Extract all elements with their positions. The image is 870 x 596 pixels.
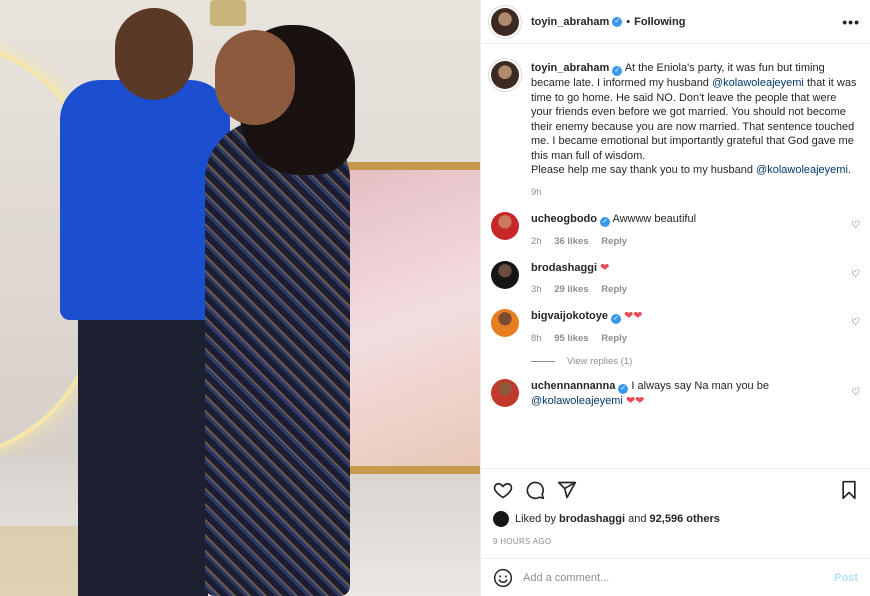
like-comment-heart-icon[interactable]: ♡ bbox=[851, 220, 860, 231]
following-button[interactable]: Following bbox=[634, 16, 685, 28]
post-sidebar: toyin_abraham ✓ • Following ••• toyin_ab… bbox=[480, 0, 870, 596]
comment-icon[interactable] bbox=[525, 480, 545, 500]
view-replies-button[interactable]: View replies (1) bbox=[531, 356, 860, 367]
verified-icon: ✓ bbox=[611, 314, 622, 324]
comment-meta: 2h 36 likes Reply bbox=[531, 235, 836, 249]
reply-button[interactable]: Reply bbox=[601, 333, 627, 344]
verified-icon: ✓ bbox=[612, 66, 623, 76]
reply-button[interactable]: Reply bbox=[601, 236, 627, 247]
comment-item: ucheogbodo ✓ Awwww beautiful 2h 36 likes … bbox=[491, 212, 860, 249]
verified-icon: ✓ bbox=[618, 384, 629, 394]
comment-input[interactable] bbox=[523, 571, 835, 584]
add-comment-bar: Post bbox=[481, 558, 870, 596]
comment-likes[interactable]: 36 likes bbox=[554, 236, 588, 247]
commenter-username[interactable]: bigvaijokotoye bbox=[531, 310, 608, 322]
like-comment-heart-icon[interactable]: ♡ bbox=[851, 269, 860, 280]
comment-item: uchennannanna ✓ I always say Na man you b… bbox=[491, 379, 860, 408]
comment-body: ucheogbodo ✓ Awwww beautiful 2h 36 likes … bbox=[531, 212, 860, 249]
view-replies-label: View replies (1) bbox=[567, 356, 633, 367]
comment-hearts: ❤❤ bbox=[625, 395, 645, 407]
comment-meta: 3h 29 likes Reply bbox=[531, 283, 836, 297]
commenter-username[interactable]: ucheogbodo bbox=[531, 213, 597, 225]
post-timestamp[interactable]: 9 HOURS AGO bbox=[493, 537, 858, 546]
caption-text-2: that it was time to go home. He said NO.… bbox=[531, 77, 857, 162]
comment-time: 2h bbox=[531, 236, 542, 247]
commenter-username[interactable]: brodashaggi bbox=[531, 262, 597, 274]
comment-text: I always say Na man you be bbox=[631, 380, 769, 392]
liked-by-user[interactable]: brodashaggi bbox=[559, 513, 625, 525]
emoji-icon[interactable] bbox=[493, 568, 513, 588]
instagram-post: toyin_abraham ✓ • Following ••• toyin_ab… bbox=[0, 0, 870, 596]
comment-hearts: ❤❤ bbox=[624, 310, 643, 322]
caption-text-end: . bbox=[847, 164, 851, 176]
comment-body: uchennannanna ✓ I always say Na man you b… bbox=[531, 379, 860, 408]
photo-man-trousers bbox=[78, 300, 208, 596]
comment-body: bigvaijokotoye ✓ ❤❤ 8h 95 likes Reply bbox=[531, 309, 860, 346]
caption-text-3: Please help me say thank you to my husba… bbox=[531, 164, 753, 176]
liked-by-and: and bbox=[628, 513, 647, 525]
header-separator: • bbox=[626, 15, 631, 28]
caption-body: toyin_abraham ✓ At the Eniola's party, it… bbox=[531, 61, 860, 200]
comments-list[interactable]: toyin_abraham ✓ At the Eniola's party, it… bbox=[481, 45, 870, 465]
commenter-avatar[interactable] bbox=[491, 212, 519, 240]
reply-button[interactable]: Reply bbox=[601, 284, 627, 295]
caption-avatar[interactable] bbox=[491, 61, 519, 89]
post-actions: Liked by brodashaggi and 92,596 others 9… bbox=[481, 468, 870, 546]
comment-time: 3h bbox=[531, 284, 542, 295]
comment-meta: 8h 95 likes Reply bbox=[531, 332, 836, 346]
like-comment-heart-icon[interactable]: ♡ bbox=[851, 387, 860, 398]
post-header: toyin_abraham ✓ • Following ••• bbox=[481, 0, 870, 44]
commenter-avatar[interactable] bbox=[491, 261, 519, 289]
comment-likes[interactable]: 29 likes bbox=[554, 284, 588, 295]
post-comment-button[interactable]: Post bbox=[834, 572, 858, 584]
comment-likes[interactable]: 95 likes bbox=[554, 333, 588, 344]
photo-picture-frame bbox=[342, 162, 480, 474]
commenter-avatar[interactable] bbox=[491, 379, 519, 407]
liked-by: Liked by brodashaggi and 92,596 others bbox=[493, 511, 858, 527]
caption-meta: 9h bbox=[531, 186, 860, 201]
caption: toyin_abraham ✓ At the Eniola's party, it… bbox=[491, 61, 860, 200]
comment-hearts: ❤ bbox=[600, 262, 610, 274]
commenter-avatar[interactable] bbox=[491, 309, 519, 337]
like-heart-icon[interactable] bbox=[493, 480, 513, 500]
caption-mention-2[interactable]: @kolawoleajeyemi bbox=[756, 164, 848, 176]
comment-item: brodashaggi ❤ 3h 29 likes Reply ♡ bbox=[491, 261, 860, 297]
share-icon[interactable] bbox=[557, 480, 577, 500]
like-comment-heart-icon[interactable]: ♡ bbox=[851, 317, 860, 328]
more-options-icon[interactable]: ••• bbox=[842, 14, 860, 30]
verified-icon: ✓ bbox=[600, 217, 610, 227]
comment-mention[interactable]: @kolawoleajeyemi bbox=[531, 395, 623, 407]
liked-by-avatar[interactable] bbox=[493, 511, 509, 527]
liked-by-count[interactable]: 92,596 others bbox=[650, 513, 720, 525]
caption-username[interactable]: toyin_abraham bbox=[531, 62, 609, 74]
photo-man-head bbox=[115, 8, 193, 100]
comment-time: 8h bbox=[531, 333, 542, 344]
photo-woman-dress bbox=[205, 120, 350, 596]
commenter-username[interactable]: uchennannanna bbox=[531, 380, 615, 392]
comment-text: Awwww beautiful bbox=[612, 213, 697, 225]
verified-icon: ✓ bbox=[612, 16, 623, 27]
photo-lamp bbox=[210, 0, 246, 26]
comment-item: bigvaijokotoye ✓ ❤❤ 8h 95 likes Reply ♡ bbox=[491, 309, 860, 346]
caption-time: 9h bbox=[531, 186, 542, 198]
author-username[interactable]: toyin_abraham bbox=[531, 16, 609, 28]
comment-body: brodashaggi ❤ 3h 29 likes Reply bbox=[531, 261, 860, 297]
caption-mention-1[interactable]: @kolawoleajeyemi bbox=[712, 77, 804, 89]
post-photo[interactable] bbox=[0, 0, 480, 596]
author-avatar[interactable] bbox=[491, 7, 519, 36]
save-bookmark-icon[interactable] bbox=[840, 480, 858, 500]
photo-woman-head bbox=[215, 30, 295, 125]
action-icons bbox=[493, 479, 858, 501]
view-replies-line bbox=[531, 361, 555, 362]
liked-by-prefix: Liked by bbox=[515, 513, 556, 525]
